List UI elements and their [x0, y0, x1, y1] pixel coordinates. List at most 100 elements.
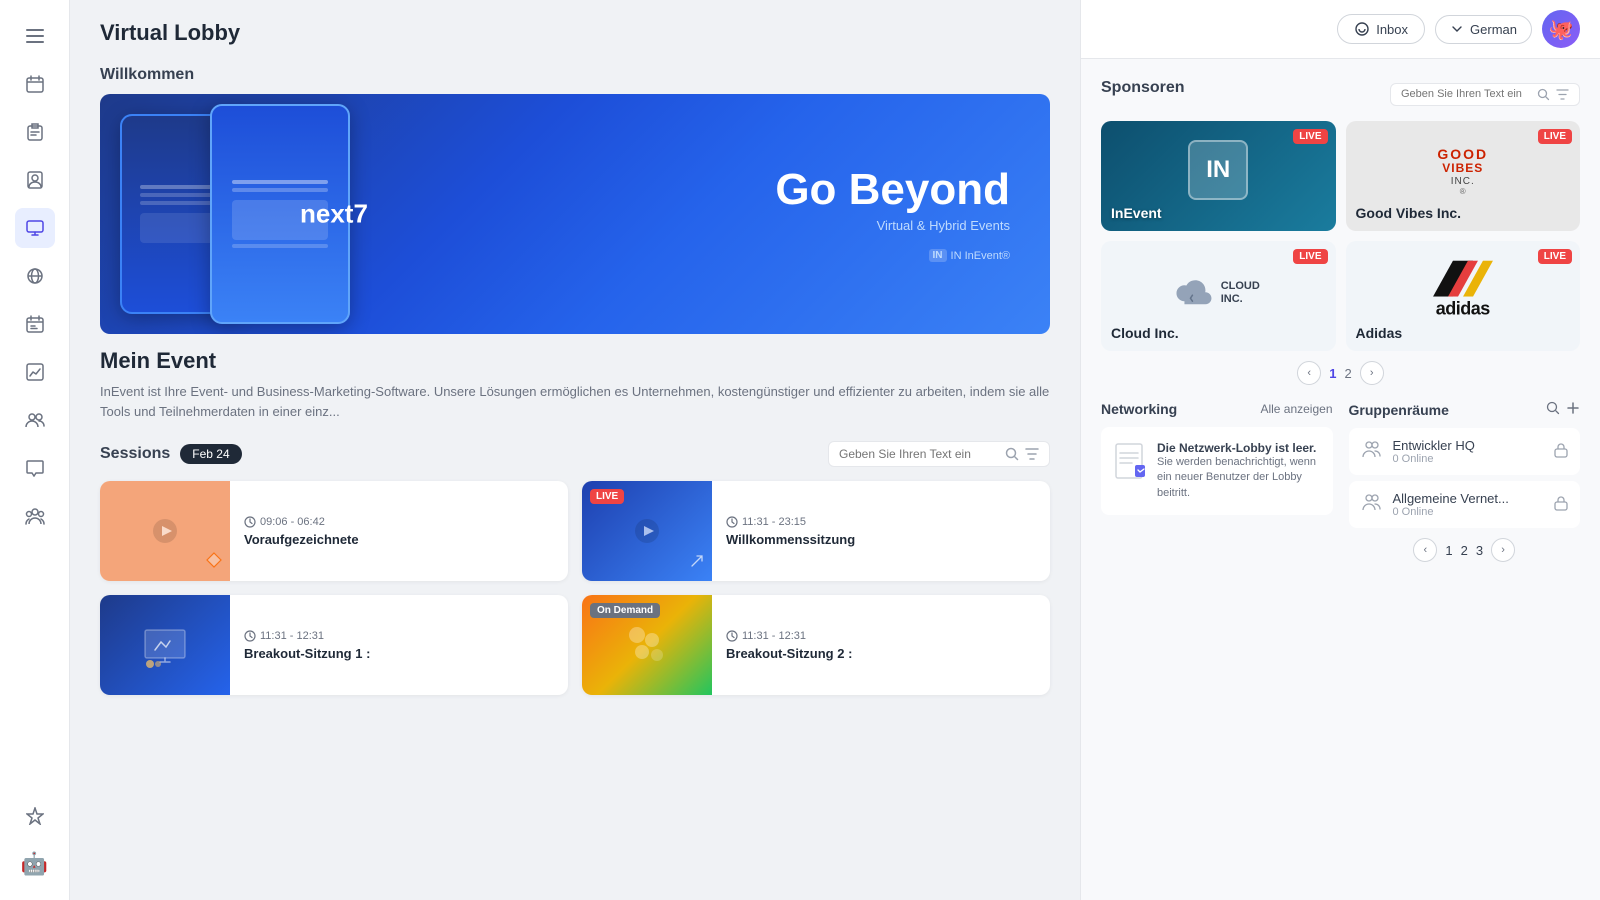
language-button[interactable]: German — [1435, 15, 1532, 44]
session-time-1: 09:06 - 06:42 — [244, 516, 554, 528]
networking-all-link[interactable]: Alle anzeigen — [1260, 402, 1332, 416]
sidebar-item-network[interactable] — [15, 256, 55, 296]
session-time-4: 11:31 - 12:31 — [726, 630, 1036, 642]
sponsor-card-goodvibes[interactable]: LIVE GOOD VIBES INC. ® Good Vibes Inc. — [1346, 121, 1581, 231]
sessions-search-input[interactable] — [839, 447, 999, 461]
sidebar-item-schedule[interactable] — [15, 304, 55, 344]
clock-icon — [244, 516, 256, 528]
sponsors-page-2[interactable]: 2 — [1345, 366, 1352, 381]
grp-page-1[interactable]: 1 — [1445, 543, 1452, 558]
gruppenraume-add-btn[interactable] — [1566, 401, 1580, 418]
sidebar-item-monitor[interactable] — [15, 208, 55, 248]
sponsors-page-1[interactable]: 1 — [1329, 366, 1336, 381]
networking-doc-icon — [1115, 443, 1147, 501]
bottom-sections: Networking Alle anzeigen Die Netzwerk-Lo… — [1101, 401, 1580, 562]
sidebar-item-menu[interactable] — [15, 16, 55, 56]
clock-icon-4 — [726, 630, 738, 642]
session-card-4[interactable]: On Demand 11:31 - 12:31 Breakout-Sitzung… — [582, 595, 1050, 695]
page-title: Virtual Lobby — [100, 20, 1050, 46]
sessions-label: Sessions — [100, 445, 170, 463]
sponsors-filter-icon[interactable] — [1556, 89, 1569, 100]
session-card-2[interactable]: LIVE 11:31 - 23:15 Willkommenssitzung — [582, 481, 1050, 581]
sponsor-name-adidas: Adidas — [1356, 325, 1403, 341]
sessions-filter-icon[interactable] — [1025, 448, 1039, 460]
sponsors-next-btn[interactable]: › — [1360, 361, 1384, 385]
sidebar-item-group[interactable] — [15, 496, 55, 536]
chevron-down-icon — [1450, 22, 1464, 36]
gruppenraume-header: Gruppenräume — [1349, 401, 1581, 418]
hero-sub-text: Virtual & Hybrid Events — [775, 218, 1010, 233]
grp-room-name-2: Allgemeine Vernet... — [1393, 491, 1509, 506]
grp-page-3[interactable]: 3 — [1476, 543, 1483, 558]
session-info-1: 09:06 - 06:42 Voraufgezeichnete — [230, 481, 568, 581]
event-desc: InEvent ist Ihre Event- und Business-Mar… — [100, 382, 1050, 421]
session-play-icon-2 — [632, 516, 662, 546]
gruppenraume-search-btn[interactable] — [1546, 401, 1560, 418]
session-name-2: Willkommenssitzung — [726, 532, 1036, 547]
sponsors-prev-btn[interactable]: ‹ — [1297, 361, 1321, 385]
cloud-logo-group: CLOUDINC. — [1177, 279, 1260, 307]
welcome-section: Willkommen next7 Go Beyond V — [100, 66, 1050, 421]
gruppenraume-actions — [1546, 401, 1580, 418]
sidebar-item-rewards[interactable] — [15, 796, 55, 836]
sponsors-grid: LIVE IN InEvent LIVE GOOD VIBES INC. ® — [1101, 121, 1580, 351]
clock-icon-2 — [726, 516, 738, 528]
sponsor-live-badge-cloud: LIVE — [1293, 249, 1327, 264]
grp-room-2[interactable]: Allgemeine Vernet... 0 Online — [1349, 481, 1581, 528]
presentation-icon — [140, 620, 190, 670]
grp-room-1[interactable]: Entwickler HQ 0 Online — [1349, 428, 1581, 475]
sidebar-bottom: 🤖 — [15, 796, 55, 884]
sidebar-item-analytics[interactable] — [15, 352, 55, 392]
sidebar-item-chat[interactable] — [15, 448, 55, 488]
sponsor-card-adidas[interactable]: LIVE adidas Adidas — [1346, 241, 1581, 351]
inbox-button[interactable]: Inbox — [1337, 14, 1425, 44]
sidebar-item-clipboard[interactable] — [15, 112, 55, 152]
adidas-logo-group: adidas — [1433, 261, 1493, 320]
sessions-search-box[interactable] — [828, 441, 1050, 467]
session-card-3[interactable]: 11:31 - 12:31 Breakout-Sitzung 1 : — [100, 595, 568, 695]
gruppenraume-section: Gruppenräume Entwic — [1349, 401, 1581, 562]
avatar[interactable]: 🐙 — [1542, 10, 1580, 48]
grp-room-online-1: 0 Online — [1393, 453, 1475, 465]
right-panel: Inbox German 🐙 Sponsoren LIVE IN — [1080, 0, 1600, 900]
session-name-4: Breakout-Sitzung 2 : — [726, 646, 1036, 661]
networking-empty-desc: Sie werden benachrichtigt, wenn ein neue… — [1157, 455, 1319, 501]
inbox-label: Inbox — [1376, 22, 1408, 37]
sponsor-name-cloud: Cloud Inc. — [1111, 325, 1179, 341]
gruppenraume-pagination: ‹ 1 2 3 › — [1349, 538, 1581, 562]
sponsors-search-input[interactable] — [1401, 88, 1531, 100]
grp-room-lock-1 — [1554, 442, 1568, 461]
main-content: Virtual Lobby Willkommen next7 — [70, 0, 1080, 900]
sidebar-item-team[interactable] — [15, 400, 55, 440]
session-thumb-2: LIVE — [582, 481, 712, 581]
sidebar-item-bot[interactable]: 🤖 — [15, 844, 55, 884]
sponsor-logo-cloud: CLOUDINC. — [1177, 279, 1260, 307]
session-time-3: 11:31 - 12:31 — [244, 630, 554, 642]
sessions-date-badge[interactable]: Feb 24 — [180, 444, 241, 464]
sidebar-item-person[interactable] — [15, 160, 55, 200]
grp-room-text-1: Entwickler HQ 0 Online — [1393, 438, 1475, 465]
sponsor-card-cloud[interactable]: LIVE CLOUDINC. Cloud Inc. — [1101, 241, 1336, 351]
session-thumb-1 — [100, 481, 230, 581]
sidebar-item-calendar[interactable] — [15, 64, 55, 104]
sponsor-name-goodvibes: Good Vibes Inc. — [1356, 205, 1462, 221]
session-on-demand-badge-4: On Demand — [590, 603, 660, 618]
group-icon-2 — [1361, 491, 1383, 513]
grp-page-2[interactable]: 2 — [1461, 543, 1468, 558]
session-card-1[interactable]: 09:06 - 06:42 Voraufgezeichnete — [100, 481, 568, 581]
networking-section: Networking Alle anzeigen Die Netzwerk-Lo… — [1101, 401, 1333, 562]
hero-image: next7 Go Beyond Virtual & Hybrid Events … — [100, 94, 1050, 334]
hero-text-block: Go Beyond Virtual & Hybrid Events IN IN … — [775, 166, 1050, 262]
grp-prev-btn[interactable]: ‹ — [1413, 538, 1437, 562]
sponsor-live-badge-goodvibes: LIVE — [1538, 129, 1572, 144]
grp-next-btn[interactable]: › — [1491, 538, 1515, 562]
session-play-icon — [150, 516, 180, 546]
sponsors-title: Sponsoren — [1101, 79, 1185, 97]
right-header: Inbox German 🐙 — [1081, 0, 1600, 59]
session-tag-icon-2 — [690, 554, 704, 573]
session-info-2: 11:31 - 23:15 Willkommenssitzung — [712, 481, 1050, 581]
sponsor-card-inevent[interactable]: LIVE IN InEvent — [1101, 121, 1336, 231]
sponsors-search-box[interactable] — [1390, 83, 1580, 106]
sponsor-logo-goodvibes: GOOD VIBES INC. ® — [1437, 147, 1488, 196]
document-icon — [1115, 443, 1147, 479]
